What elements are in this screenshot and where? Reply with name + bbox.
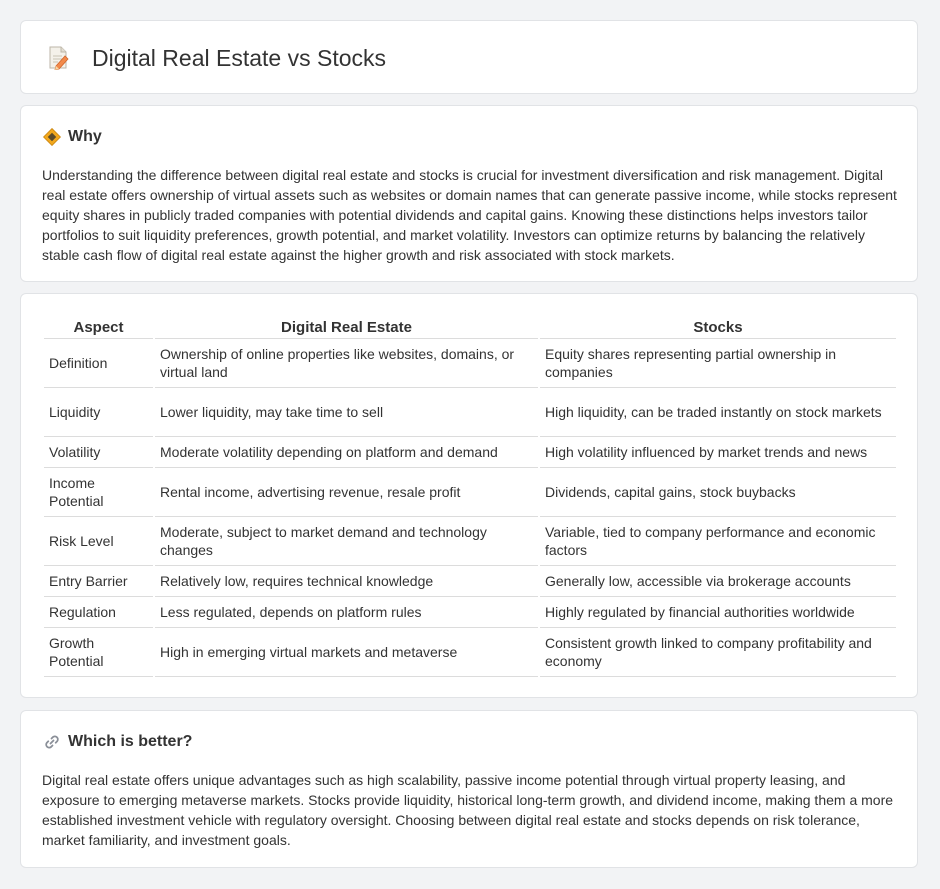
aspect-cell: Risk Level: [44, 517, 153, 566]
why-section: Why Understanding the difference between…: [20, 105, 918, 282]
table-row: Risk Level Moderate, subject to market d…: [44, 517, 896, 566]
aspect-cell: Income Potential: [44, 468, 153, 517]
better-heading: Which is better?: [43, 731, 192, 753]
header-aspect: Aspect: [44, 317, 153, 339]
aspect-cell: Definition: [44, 339, 153, 388]
digital-cell: Rental income, advertising revenue, resa…: [155, 468, 538, 517]
stocks-cell: Equity shares representing partial owner…: [540, 339, 896, 388]
aspect-cell: Liquidity: [44, 388, 153, 437]
digital-cell: Relatively low, requires technical knowl…: [155, 566, 538, 597]
table-row: Income Potential Rental income, advertis…: [44, 468, 896, 517]
aspect-cell: Regulation: [44, 597, 153, 628]
better-title: Which is better?: [68, 733, 193, 750]
better-text: Digital real estate offers unique advant…: [42, 772, 894, 848]
table-row: Entry Barrier Relatively low, requires t…: [44, 566, 896, 597]
digital-cell: Ownership of online properties like webs…: [155, 339, 538, 388]
header-stocks: Stocks: [540, 317, 896, 339]
digital-cell: Moderate volatility depending on platfor…: [155, 437, 538, 468]
comparison-table: Aspect Digital Real Estate Stocks Defini…: [42, 317, 898, 677]
stocks-cell: Highly regulated by financial authoritie…: [540, 597, 896, 628]
which-is-better-section: Which is better? Digital real estate off…: [20, 710, 918, 868]
page-title: Digital Real Estate vs Stocks: [92, 45, 387, 71]
table-row: Definition Ownership of online propertie…: [44, 339, 896, 388]
why-text: Understanding the difference between dig…: [42, 167, 897, 263]
stocks-cell: Generally low, accessible via brokerage …: [540, 566, 896, 597]
stocks-cell: Dividends, capital gains, stock buybacks: [540, 468, 896, 517]
stocks-cell: Variable, tied to company performance an…: [540, 517, 896, 566]
header-digital-real-estate: Digital Real Estate: [155, 317, 538, 339]
why-heading: Why: [42, 126, 102, 148]
document-pencil-icon: [47, 46, 69, 71]
aspect-cell: Entry Barrier: [44, 566, 153, 597]
table-row: Volatility Moderate volatility depending…: [44, 437, 896, 468]
digital-cell: Lower liquidity, may take time to sell: [155, 388, 538, 437]
header-card: Digital Real Estate vs Stocks: [20, 20, 918, 94]
table-row: Growth Potential High in emerging virtua…: [44, 628, 896, 677]
digital-cell: Less regulated, depends on platform rule…: [155, 597, 538, 628]
stocks-cell: Consistent growth linked to company prof…: [540, 628, 896, 677]
link-icon: [43, 733, 61, 751]
table-row: Liquidity Lower liquidity, may take time…: [44, 388, 896, 437]
why-title: Why: [68, 128, 102, 145]
stocks-cell: High liquidity, can be traded instantly …: [540, 388, 896, 437]
aspect-cell: Growth Potential: [44, 628, 153, 677]
comparison-section: Aspect Digital Real Estate Stocks Defini…: [20, 293, 918, 698]
digital-cell: High in emerging virtual markets and met…: [155, 628, 538, 677]
aspect-cell: Volatility: [44, 437, 153, 468]
table-row: Regulation Less regulated, depends on pl…: [44, 597, 896, 628]
stocks-cell: High volatility influenced by market tre…: [540, 437, 896, 468]
table-header-row: Aspect Digital Real Estate Stocks: [44, 317, 896, 339]
digital-cell: Moderate, subject to market demand and t…: [155, 517, 538, 566]
diamond-sign-icon: [42, 127, 62, 147]
